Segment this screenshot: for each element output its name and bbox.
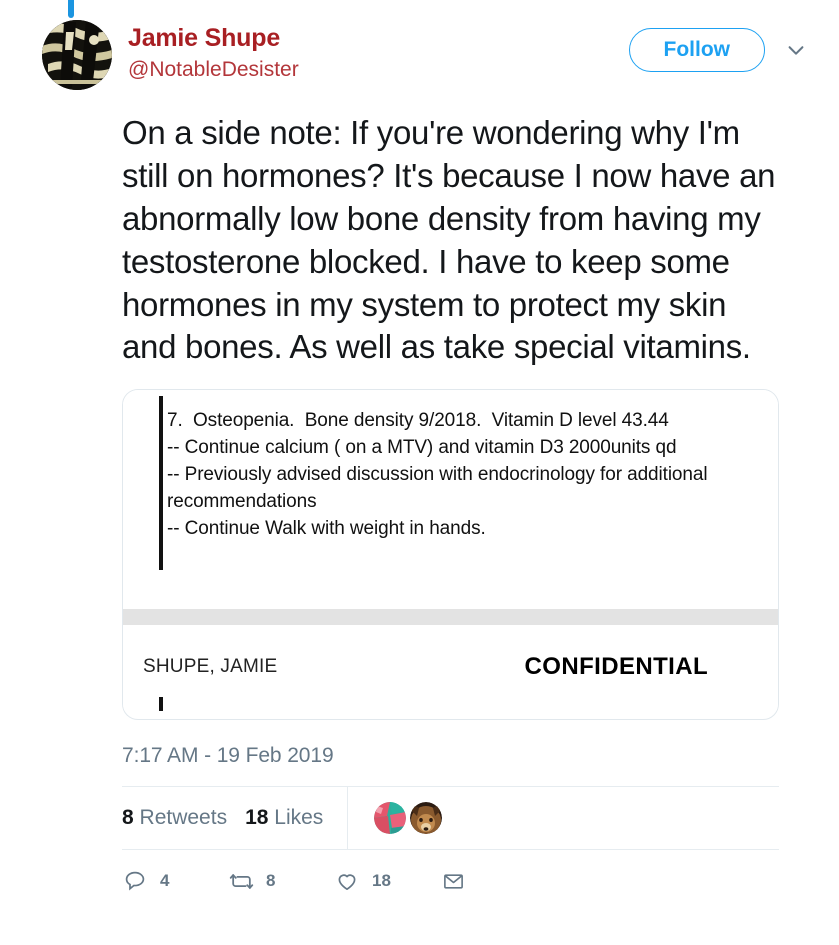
document-confidential-stamp: CONFIDENTIAL [524, 653, 708, 681]
like-count: 18 [372, 871, 391, 891]
medical-document-image: 7. Osteopenia. Bone density 9/2018. Vita… [123, 390, 778, 712]
tweet-stats-row: 8 Retweets 18 Likes [122, 787, 779, 850]
direct-message-envelope-icon [440, 868, 466, 894]
follow-button[interactable]: Follow [628, 28, 765, 73]
likes-stat[interactable]: 18 Likes [245, 806, 323, 830]
document-footer: SHUPE, JAMIE CONFIDENTIAL [123, 625, 778, 691]
likes-label: Likes [274, 806, 324, 830]
like-heart-icon [334, 868, 360, 894]
document-separator-band [123, 609, 778, 626]
reply-action[interactable]: 4 [122, 868, 228, 894]
liker-facepile [348, 802, 446, 835]
direct-message-action[interactable] [440, 868, 546, 894]
retweet-count: 8 [266, 871, 276, 891]
reply-count: 4 [160, 871, 170, 891]
document-line: -- Previously advised discussion with en… [167, 464, 708, 486]
tweet-media-card[interactable]: 7. Osteopenia. Bone density 9/2018. Vita… [122, 389, 779, 721]
document-line: 7. Osteopenia. Bone density 9/2018. Vita… [167, 410, 669, 432]
author-handle[interactable]: @NotableDesister [128, 56, 629, 83]
stat-counts: 8 Retweets 18 Likes [122, 806, 347, 830]
tweet-container: Jamie Shupe @NotableDesister Follow On a… [0, 0, 839, 912]
document-margin-tick [159, 697, 163, 712]
document-text-lines: 7. Osteopenia. Bone density 9/2018. Vita… [167, 408, 778, 543]
user-avatar-image [42, 20, 112, 90]
tweet-action-bar: 4 8 18 [122, 850, 779, 912]
document-patient-name: SHUPE, JAMIE [143, 656, 278, 678]
chevron-down-icon[interactable] [783, 37, 809, 63]
tweet-text: On a side note: If you're wondering why … [122, 114, 776, 366]
retweets-label: Retweets [139, 806, 228, 830]
retweets-stat[interactable]: 8 Retweets [122, 806, 227, 830]
document-margin-rule [159, 396, 163, 571]
reply-icon [122, 868, 148, 894]
document-whitespace [123, 543, 778, 605]
author-identity: Jamie Shupe @NotableDesister [128, 20, 629, 83]
document-line: -- Continue Walk with weight in hands. [167, 518, 486, 540]
document-line: recommendations [167, 491, 317, 513]
likes-count: 18 [245, 806, 269, 830]
retweet-action[interactable]: 8 [228, 868, 334, 894]
author-display-name[interactable]: Jamie Shupe [128, 24, 629, 54]
document-line: -- Continue calcium ( on a MTV) and vita… [167, 437, 677, 459]
tweet-header: Jamie Shupe @NotableDesister Follow [42, 0, 809, 90]
tweet-timestamp[interactable]: 7:17 AM - 19 Feb 2019 [122, 744, 779, 768]
retweet-icon [228, 868, 254, 894]
retweets-count: 8 [122, 806, 134, 830]
avatar[interactable] [42, 20, 112, 90]
liker-avatar-1[interactable] [374, 802, 407, 835]
liker-avatar-2[interactable] [410, 802, 443, 835]
header-actions: Follow [628, 20, 810, 73]
like-action[interactable]: 18 [334, 868, 440, 894]
